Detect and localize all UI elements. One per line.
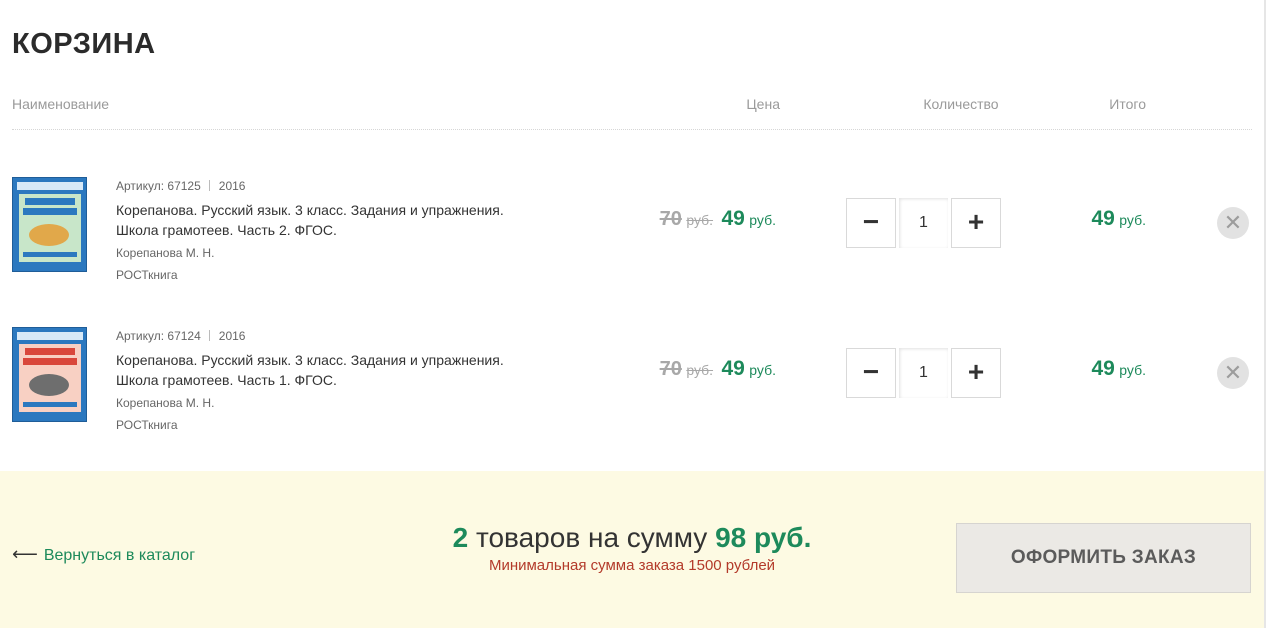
quantity-stepper: − + <box>846 198 1001 248</box>
minimum-order-warning: Минимальная сумма заказа 1500 рублей <box>488 557 776 574</box>
cart-item: Артикул: 67125 2016 Корепанова. Русский я… <box>0 177 1266 297</box>
old-price-currency: руб. <box>686 362 714 378</box>
article-number: Артикул: 67124 <box>116 329 201 343</box>
cart-item: Артикул: 67124 2016 Корепанова. Русский я… <box>0 327 1266 447</box>
items-count: 2 <box>452 522 469 553</box>
decrease-quantity-button[interactable]: − <box>846 348 896 398</box>
remove-item-button[interactable]: ✕ <box>1217 357 1249 389</box>
arrow-left-icon: ⟵ <box>12 544 38 564</box>
order-summary: 2 товаров на сумму 98 руб. Минимальная с… <box>382 522 882 574</box>
publication-year: 2016 <box>218 329 246 343</box>
increase-quantity-button[interactable]: + <box>951 348 1001 398</box>
price-currency: руб. <box>749 212 776 228</box>
summary-text: товаров на сумму <box>468 522 716 553</box>
item-price: 70 руб. 49 руб. <box>600 357 776 381</box>
price-currency: руб. <box>749 362 776 378</box>
page-title: КОРЗИНА <box>12 28 156 60</box>
book-cover-image[interactable] <box>12 177 87 272</box>
old-price: 70 <box>659 358 682 380</box>
item-author: Корепанова М. Н. <box>116 246 215 260</box>
quantity-stepper: − + <box>846 348 1001 398</box>
item-publisher: РОСТкнига <box>116 418 178 432</box>
quantity-input[interactable] <box>899 348 948 398</box>
item-total-value: 49 <box>1091 207 1115 230</box>
back-to-catalog-link[interactable]: ⟵ Вернуться в каталог <box>12 544 195 565</box>
item-total-currency: руб. <box>1119 362 1146 378</box>
item-meta: Артикул: 67124 2016 <box>116 329 245 343</box>
column-header-price: Цена <box>746 96 780 112</box>
old-price: 70 <box>659 208 682 230</box>
item-publisher: РОСТкнига <box>116 268 178 282</box>
item-name-link[interactable]: Корепанова. Русский язык. 3 класс. Задан… <box>116 350 546 390</box>
increase-quantity-button[interactable]: + <box>951 198 1001 248</box>
item-price: 70 руб. 49 руб. <box>600 207 776 231</box>
decrease-quantity-button[interactable]: − <box>846 198 896 248</box>
quantity-input[interactable] <box>899 198 948 248</box>
item-total-value: 49 <box>1091 357 1115 380</box>
column-header-quantity: Количество <box>923 96 999 112</box>
item-author: Корепанова М. Н. <box>116 396 215 410</box>
summary-line: 2 товаров на сумму 98 руб. <box>382 522 882 554</box>
old-price-currency: руб. <box>686 212 714 228</box>
cart-footer: ⟵ Вернуться в каталог 2 товаров на сумму … <box>0 471 1264 628</box>
column-header-total: Итого <box>1109 96 1146 112</box>
article-number: Артикул: 67125 <box>116 179 201 193</box>
cart-page: КОРЗИНА Наименование Цена Количество Ито… <box>0 0 1266 628</box>
column-header-name: Наименование <box>12 96 110 112</box>
remove-item-button[interactable]: ✕ <box>1217 207 1249 239</box>
current-price: 49 <box>721 207 745 230</box>
back-to-catalog-label: Вернуться в каталог <box>43 547 196 564</box>
book-cover-image[interactable] <box>12 327 87 422</box>
summary-amount: 98 руб. <box>715 522 812 553</box>
item-total-currency: руб. <box>1119 212 1146 228</box>
item-total: 49 руб. <box>1000 357 1146 381</box>
item-meta: Артикул: 67125 2016 <box>116 179 245 193</box>
item-name-link[interactable]: Корепанова. Русский язык. 3 класс. Задан… <box>116 200 546 240</box>
current-price: 49 <box>721 357 745 380</box>
item-total: 49 руб. <box>1000 207 1146 231</box>
checkout-button[interactable]: ОФОРМИТЬ ЗАКАЗ <box>956 523 1251 593</box>
header-divider <box>12 129 1252 130</box>
publication-year: 2016 <box>218 179 246 193</box>
